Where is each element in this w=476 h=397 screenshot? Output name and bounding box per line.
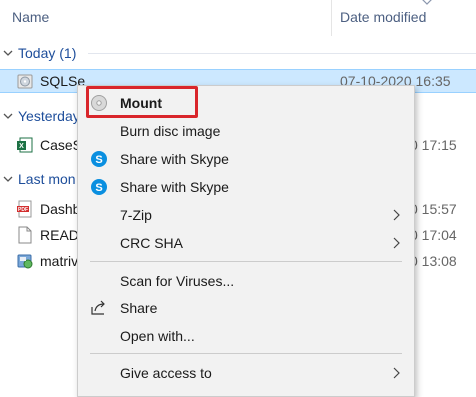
menu-item-label: Scan for Viruses... [120,273,235,289]
submenu-arrow-icon [393,367,400,379]
menu-item-label: Burn disc image [120,123,221,139]
menu-item-label: Share with Skype [120,151,229,167]
skype-icon: S [91,179,107,195]
chevron-down-icon [3,113,13,119]
file-date: 0 15:57 [410,201,457,217]
pdf-file-icon: PDF [17,200,32,218]
excel-file-icon: X [17,137,33,153]
column-date-modified-header[interactable]: Date modified [340,9,426,25]
chevron-down-icon [3,50,13,56]
group-label: Last mon [18,171,76,187]
group-divider [88,53,476,54]
group-header-today[interactable]: Today (1) [0,42,476,64]
file-name: matriv [40,253,79,269]
sort-caret-icon [422,0,432,5]
menu-item-burn-disc-image[interactable]: Burn disc image [78,117,414,145]
file-name: Dashb [40,201,81,217]
skype-icon: S [91,151,107,167]
menu-item-7zip[interactable]: 7-Zip [78,201,414,229]
menu-item-share-with-skype-1[interactable]: S Share with Skype [78,145,414,173]
menu-item-give-access-to[interactable]: Give access to [78,359,414,387]
menu-item-label: CRC SHA [120,235,184,251]
submenu-arrow-icon [393,237,400,249]
menu-item-scan-for-viruses[interactable]: Scan for Viruses... [78,267,414,295]
file-date: 0 17:04 [410,227,457,243]
group-label: Today (1) [18,45,77,61]
submenu-arrow-icon [393,209,400,221]
file-date: 0 17:15 [410,137,457,153]
menu-item-label: Give access to [120,365,212,381]
highlight-annotation-box [86,86,198,118]
file-name: READ [40,227,79,243]
group-label: Yesterday [18,108,80,124]
svg-text:S: S [95,182,102,194]
menu-item-label: Share [120,300,158,316]
file-name: CaseS [40,137,83,153]
chevron-down-icon [3,176,13,182]
text-file-icon [18,226,32,244]
menu-item-share-with-skype-2[interactable]: S Share with Skype [78,173,414,201]
menu-separator [90,353,402,354]
svg-text:PDF: PDF [18,207,28,213]
column-divider[interactable] [331,0,332,36]
menu-item-crc-sha[interactable]: CRC SHA [78,229,414,257]
file-date: 0 13:08 [410,253,457,269]
menu-item-open-with[interactable]: Open with... [78,322,414,350]
share-icon [91,300,105,315]
svg-text:X: X [19,143,24,150]
menu-item-label: Open with... [120,328,195,344]
menu-item-share[interactable]: Share [78,294,414,322]
menu-item-label: Share with Skype [120,179,229,195]
column-header: Name Date modified [0,0,476,36]
svg-text:S: S [95,154,102,166]
menu-item-label: 7-Zip [120,207,152,223]
column-name-header[interactable]: Name [12,9,49,25]
context-menu: Mount Burn disc image S Share with Skype… [77,85,415,397]
installer-icon [17,254,33,269]
menu-separator [90,261,402,262]
disc-image-icon [17,74,33,89]
